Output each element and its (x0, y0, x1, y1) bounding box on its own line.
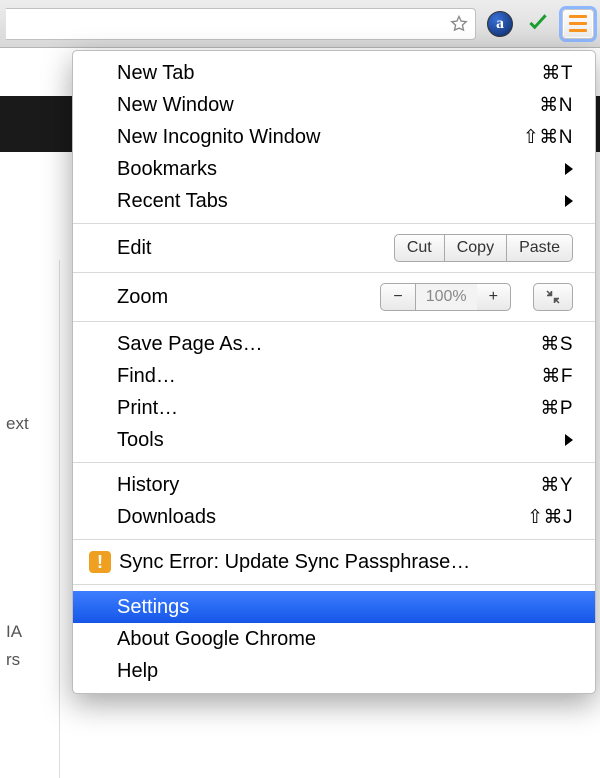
menu-new-window[interactable]: New Window ⌘N (73, 89, 595, 121)
menu-label: Help (117, 660, 573, 683)
menu-bookmarks[interactable]: Bookmarks (73, 153, 595, 185)
menu-label: Print… (117, 397, 540, 420)
menu-label: New Tab (117, 62, 541, 85)
menu-separator (73, 272, 595, 273)
cut-button[interactable]: Cut (394, 234, 445, 262)
menu-separator (73, 321, 595, 322)
menu-label: Recent Tabs (117, 190, 565, 213)
menu-edit-row: Edit Cut Copy Paste (73, 230, 595, 266)
menu-separator (73, 462, 595, 463)
extension-a-glyph: a (487, 11, 513, 37)
zoom-level: 100% (416, 283, 477, 311)
menu-print[interactable]: Print… ⌘P (73, 392, 595, 424)
menu-label: Tools (117, 429, 565, 452)
menu-about-chrome[interactable]: About Google Chrome (73, 623, 595, 655)
submenu-arrow-icon (565, 195, 573, 207)
bookmark-star-icon[interactable] (449, 14, 469, 34)
menu-accelerator: ⇧⌘J (527, 506, 573, 529)
menu-downloads[interactable]: Downloads ⇧⌘J (73, 501, 595, 533)
menu-help[interactable]: Help (73, 655, 595, 687)
menu-zoom-row: Zoom − 100% + (73, 279, 595, 315)
zoom-in-button[interactable]: + (477, 283, 511, 311)
menu-label: New Incognito Window (117, 126, 523, 149)
menu-label: Save Page As… (117, 333, 540, 356)
copy-button[interactable]: Copy (445, 234, 507, 262)
bg-text: IA (0, 618, 59, 646)
menu-sync-error[interactable]: ! Sync Error: Update Sync Passphrase… (73, 546, 595, 578)
menu-accelerator: ⌘S (540, 333, 573, 356)
extension-a-icon[interactable]: a (486, 10, 514, 38)
menu-history[interactable]: History ⌘Y (73, 469, 595, 501)
menu-accelerator: ⌘T (541, 62, 573, 85)
menu-tools[interactable]: Tools (73, 424, 595, 456)
page-sidebar-fragment: ext IA rs (0, 260, 60, 778)
menu-new-incognito[interactable]: New Incognito Window ⇧⌘N (73, 121, 595, 153)
menu-label: Downloads (117, 506, 527, 529)
chrome-menu: New Tab ⌘T New Window ⌘N New Incognito W… (72, 50, 596, 694)
menu-separator (73, 223, 595, 224)
menu-separator (73, 539, 595, 540)
fullscreen-collapse-icon (544, 288, 562, 306)
fullscreen-button[interactable] (533, 283, 573, 311)
menu-label: Sync Error: Update Sync Passphrase… (119, 551, 470, 574)
menu-new-tab[interactable]: New Tab ⌘T (73, 57, 595, 89)
menu-label: About Google Chrome (117, 628, 573, 651)
browser-toolbar: a (0, 0, 600, 48)
paste-button[interactable]: Paste (507, 234, 573, 262)
menu-accelerator: ⌘Y (540, 474, 573, 497)
menu-recent-tabs[interactable]: Recent Tabs (73, 185, 595, 217)
menu-label: Zoom (117, 286, 380, 309)
extension-check-icon[interactable] (524, 10, 552, 38)
menu-separator (73, 584, 595, 585)
chrome-menu-button[interactable] (562, 9, 594, 39)
zoom-out-button[interactable]: − (380, 283, 415, 311)
menu-label: New Window (117, 94, 539, 117)
edit-button-group: Cut Copy Paste (394, 234, 573, 262)
warning-icon: ! (89, 551, 111, 573)
menu-label: Bookmarks (117, 158, 565, 181)
submenu-arrow-icon (565, 434, 573, 446)
menu-accelerator: ⇧⌘N (523, 126, 573, 149)
menu-find[interactable]: Find… ⌘F (73, 360, 595, 392)
bg-text: ext (0, 410, 59, 438)
omnibox[interactable] (6, 8, 476, 40)
menu-settings[interactable]: Settings (73, 591, 595, 623)
menu-accelerator: ⌘F (541, 365, 573, 388)
menu-label: Settings (117, 596, 573, 619)
submenu-arrow-icon (565, 163, 573, 175)
menu-label: Find… (117, 365, 541, 388)
menu-save-page-as[interactable]: Save Page As… ⌘S (73, 328, 595, 360)
menu-accelerator: ⌘N (539, 94, 573, 117)
menu-accelerator: ⌘P (540, 397, 573, 420)
menu-label: History (117, 474, 540, 497)
zoom-button-group: − 100% + (380, 283, 511, 311)
menu-label: Edit (117, 237, 394, 260)
bg-text: rs (0, 646, 59, 674)
